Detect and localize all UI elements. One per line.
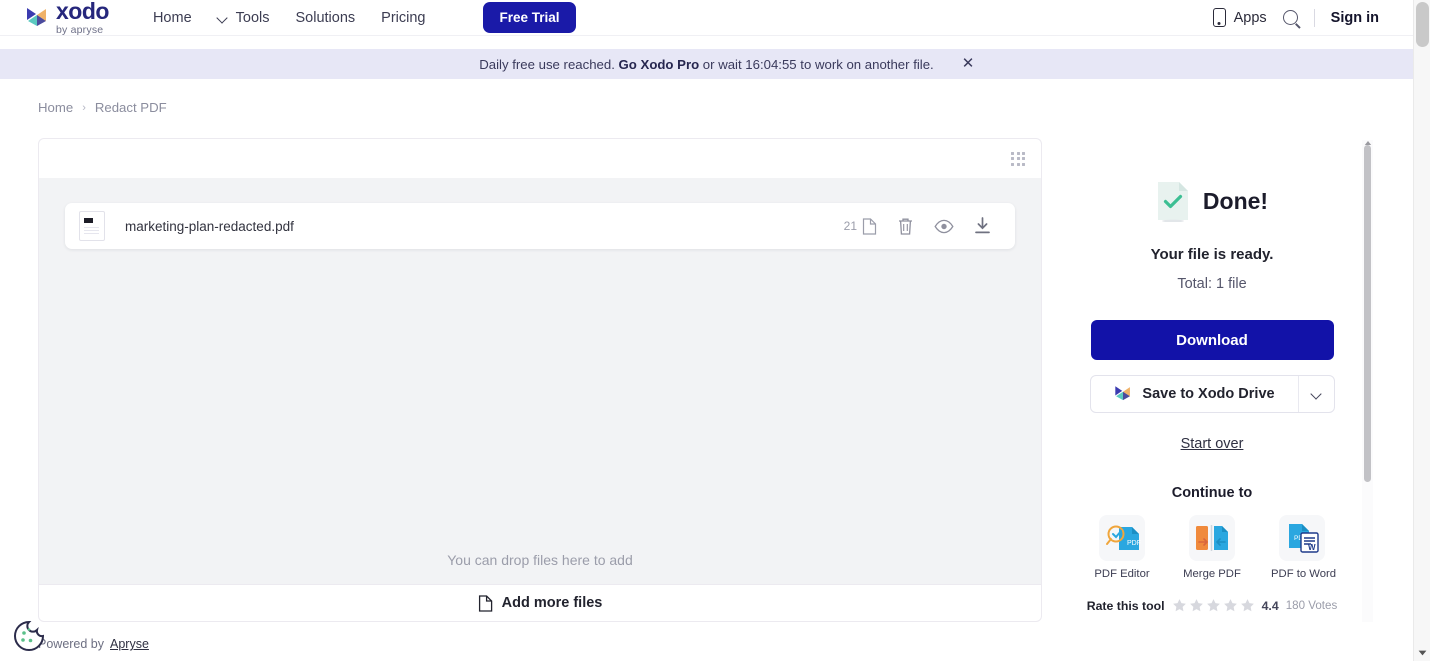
file-name-label: marketing-plan-redacted.pdf	[125, 219, 294, 234]
tool-card-pdf-editor[interactable]: PDF PDF Editor	[1091, 515, 1153, 580]
save-to-xodo-drive-button[interactable]: Save to Xodo Drive	[1090, 375, 1335, 413]
nav-item-tools[interactable]: Tools	[218, 10, 270, 26]
chevron-down-icon	[218, 14, 229, 21]
primary-nav-links: Home Tools Solutions Pricing Free Trial	[153, 2, 576, 33]
tool-card-merge-pdf[interactable]: Merge PDF	[1181, 515, 1243, 580]
breadcrumb-separator-icon: ›	[82, 102, 86, 114]
cookie-consent-icon[interactable]	[12, 619, 46, 653]
panel-scrollbar-thumb[interactable]	[1364, 145, 1371, 482]
file-work-area: marketing-plan-redacted.pdf 21	[38, 138, 1042, 622]
preview-eye-icon[interactable]	[934, 219, 954, 234]
rate-this-tool-label: Rate this tool	[1087, 599, 1165, 613]
document-check-icon	[1156, 180, 1190, 222]
logo-wordmark: xodo	[56, 0, 109, 23]
svg-text:W: W	[1308, 543, 1316, 552]
save-to-drive-main[interactable]: Save to Xodo Drive	[1091, 376, 1298, 412]
close-icon[interactable]: ✕	[960, 56, 976, 72]
page-root: xodo by apryse Home Tools Solutions Pric…	[0, 0, 1430, 661]
top-navigation-bar: xodo by apryse Home Tools Solutions Pric…	[0, 0, 1413, 36]
search-icon[interactable]	[1283, 10, 1298, 25]
go-xodo-pro-link[interactable]: Go Xodo Pro	[619, 57, 700, 72]
total-files-text: Total: 1 file	[1062, 276, 1362, 292]
file-drop-zone[interactable]: marketing-plan-redacted.pdf 21	[38, 178, 1042, 584]
add-file-icon	[478, 595, 493, 612]
work-area-toolbar	[38, 138, 1042, 178]
continue-tools-row: PDF PDF Editor	[1062, 515, 1362, 580]
start-over-link[interactable]: Start over	[1181, 436, 1244, 452]
star-icon[interactable]	[1189, 598, 1204, 613]
mobile-phone-icon	[1213, 8, 1226, 27]
sign-in-button[interactable]: Sign in	[1331, 10, 1379, 26]
result-panel: Done! Your file is ready. Total: 1 file …	[1062, 138, 1362, 622]
result-panel-content: Done! Your file is ready. Total: 1 file …	[1062, 180, 1362, 613]
merge-pdf-icon	[1189, 515, 1235, 561]
page-icon	[862, 218, 877, 235]
breadcrumb-home[interactable]: Home	[38, 100, 73, 115]
browser-scrollbar[interactable]	[1413, 0, 1430, 661]
file-row-actions: 21	[844, 217, 991, 236]
tool-label-merge-pdf: Merge PDF	[1181, 568, 1243, 580]
save-to-drive-label: Save to Xodo Drive	[1142, 386, 1274, 402]
pdf-editor-icon: PDF	[1099, 515, 1145, 561]
footer: Powered by Apryse	[38, 637, 149, 651]
rating-votes: 180 Votes	[1286, 599, 1338, 612]
nav-item-solutions[interactable]: Solutions	[296, 10, 356, 26]
chevron-down-icon	[1312, 390, 1321, 399]
page-count-value: 21	[844, 219, 857, 233]
rating-score: 4.4	[1262, 599, 1279, 613]
done-title: Done!	[1203, 188, 1268, 215]
banner-prefix: Daily free use reached.	[479, 57, 618, 72]
pdf-to-word-icon: PDF W	[1279, 515, 1325, 561]
star-icon[interactable]	[1206, 598, 1221, 613]
panel-scrollbar[interactable]	[1362, 140, 1373, 622]
download-button[interactable]: Download	[1091, 320, 1334, 360]
page-count: 21	[844, 218, 877, 235]
scroll-down-arrow-icon[interactable]	[1418, 650, 1427, 656]
continue-to-title: Continue to	[1062, 485, 1362, 501]
xodo-logo-text: xodo by apryse	[56, 0, 109, 35]
file-ready-text: Your file is ready.	[1062, 246, 1362, 263]
daily-limit-message: Daily free use reached. Go Xodo Pro or w…	[479, 57, 933, 72]
pdf-thumbnail-icon	[79, 211, 105, 241]
daily-limit-banner: Daily free use reached. Go Xodo Pro or w…	[0, 49, 1413, 79]
file-list-item[interactable]: marketing-plan-redacted.pdf 21	[65, 203, 1015, 249]
apps-label: Apps	[1234, 10, 1267, 26]
nav-item-tools-label: Tools	[236, 10, 270, 26]
logo-tagline: by apryse	[56, 25, 109, 36]
delete-icon[interactable]	[897, 217, 914, 236]
xodo-logo[interactable]: xodo by apryse	[24, 0, 109, 35]
add-more-files-label: Add more files	[502, 595, 603, 611]
nav-item-home[interactable]: Home	[153, 10, 192, 26]
download-icon[interactable]	[974, 217, 991, 235]
grid-view-icon[interactable]	[1005, 146, 1031, 172]
tool-label-pdf-editor: PDF Editor	[1091, 568, 1153, 580]
free-trial-button[interactable]: Free Trial	[483, 2, 575, 33]
nav-right-group: Apps Sign in	[1213, 8, 1379, 27]
rating-row: Rate this tool 4.4 180 Votes	[1062, 598, 1362, 613]
add-more-files-button[interactable]: Add more files	[38, 584, 1042, 622]
done-header: Done!	[1062, 180, 1362, 222]
apps-link[interactable]: Apps	[1213, 8, 1267, 27]
tool-card-pdf-to-word[interactable]: PDF W PDF to Word	[1271, 515, 1333, 580]
tool-label-pdf-to-word: PDF to Word	[1271, 568, 1333, 580]
nav-item-pricing[interactable]: Pricing	[381, 10, 425, 26]
banner-suffix: or wait 16:04:55 to work on another file…	[699, 57, 934, 72]
xodo-drive-icon	[1113, 384, 1133, 404]
svg-text:PDF: PDF	[1127, 540, 1141, 547]
star-icon[interactable]	[1223, 598, 1238, 613]
drop-files-hint: You can drop files here to add	[39, 552, 1041, 568]
star-rating[interactable]	[1172, 598, 1255, 613]
nav-divider	[1314, 9, 1315, 27]
apryse-link[interactable]: Apryse	[110, 637, 149, 651]
browser-scrollbar-thumb[interactable]	[1416, 2, 1429, 47]
star-icon[interactable]	[1240, 598, 1255, 613]
powered-by-label: Powered by	[38, 637, 104, 651]
breadcrumb-current: Redact PDF	[95, 100, 167, 115]
xodo-logo-icon	[24, 5, 50, 31]
star-icon[interactable]	[1172, 598, 1187, 613]
breadcrumb: Home › Redact PDF	[38, 100, 167, 115]
save-to-drive-dropdown[interactable]	[1298, 376, 1334, 412]
